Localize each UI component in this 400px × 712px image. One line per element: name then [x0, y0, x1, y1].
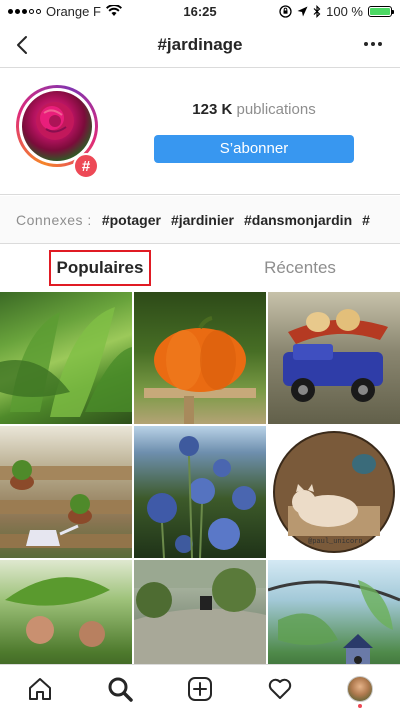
notification-dot — [358, 703, 362, 708]
tab-popular[interactable]: Populaires — [0, 245, 200, 291]
related-tag-potager[interactable]: #potager — [102, 212, 161, 228]
related-tag-dansmonjardin[interactable]: #dansmonjardin — [244, 212, 352, 228]
hashtag-profile: # 123 K publications S’abonner — [0, 69, 400, 195]
globe-thistle-image — [147, 436, 256, 558]
tab-profile[interactable] — [340, 669, 380, 709]
tab-recent-label: Récentes — [264, 258, 336, 277]
chard-leaves-image — [0, 307, 132, 417]
toy-truck-image — [283, 309, 388, 402]
wifi-icon — [105, 5, 122, 16]
tab-popular-label: Populaires — [48, 250, 152, 286]
tab-home[interactable] — [20, 669, 60, 709]
related-tag-next[interactable]: # — [362, 212, 370, 228]
clock: 16:25 — [183, 3, 217, 19]
pumpkin-image — [144, 316, 256, 424]
tab-search[interactable] — [100, 669, 140, 709]
related-tag-jardinier[interactable]: #jardinier — [171, 212, 234, 228]
related-hashtags-bar: Connexes : #potager #jardinier #dansmonj… — [0, 196, 400, 244]
bottom-tab-bar — [0, 664, 400, 712]
grid-photo-cat[interactable]: @paul_unicorn — [268, 426, 400, 558]
signal-strength-icon — [8, 8, 41, 14]
birdhouse-image — [268, 580, 400, 664]
carrier-label: Orange F — [46, 3, 101, 19]
status-bar-left: Orange F — [8, 4, 148, 19]
back-arrow-icon[interactable] — [12, 34, 34, 56]
bluetooth-icon — [313, 4, 321, 18]
battery-percent: 100 % — [326, 3, 363, 19]
page-title: #jardinage — [157, 34, 243, 54]
publication-count-number: 123 K — [192, 101, 233, 118]
hashtag-badge-icon: # — [73, 153, 99, 179]
feed-tabs: Populaires Récentes — [0, 245, 400, 291]
publication-count-label: publications — [236, 101, 316, 118]
grid-photo-globe-thistle[interactable] — [134, 426, 266, 558]
status-bar: Orange F 16:25 100 % — [0, 0, 400, 22]
tab-activity[interactable] — [260, 669, 300, 709]
rose-flower-icon — [36, 102, 74, 140]
grid-photo-birdhouse[interactable] — [268, 560, 400, 664]
home-icon — [29, 677, 51, 700]
pallet-garden-image — [0, 460, 132, 548]
battery-icon — [368, 5, 394, 17]
photo-grid: @paul_unicorn — [0, 292, 400, 664]
grid-photo-garden-yard[interactable] — [134, 560, 266, 664]
status-bar-right: 100 % — [252, 3, 394, 19]
grid-photo-couple-leaf[interactable] — [0, 560, 132, 664]
add-post-icon — [188, 676, 212, 701]
location-arrow-icon — [297, 6, 308, 16]
grid-photo-chard-leaves[interactable] — [0, 292, 132, 424]
tab-recent[interactable]: Récentes — [200, 245, 400, 291]
photo-caption: @paul_unicorn — [308, 538, 363, 546]
heart-icon — [268, 678, 292, 699]
subscribe-button[interactable]: S’abonner — [154, 135, 354, 163]
couple-leaf-image — [5, 577, 110, 647]
grid-photo-pumpkin[interactable] — [134, 292, 266, 424]
grid-photo-pallet-garden[interactable] — [0, 426, 132, 558]
battery-level — [370, 7, 390, 15]
profile-avatar — [347, 675, 373, 702]
search-icon — [108, 677, 133, 702]
nav-header: #jardinage — [0, 22, 400, 68]
more-options-icon[interactable] — [364, 42, 382, 46]
grid-photo-toy-truck[interactable] — [268, 292, 400, 424]
tab-new-post[interactable] — [180, 669, 220, 709]
garden-yard-image — [134, 560, 266, 664]
related-label: Connexes : — [16, 211, 92, 228]
hashtag-avatar-image — [22, 91, 92, 161]
rotation-lock-icon — [279, 4, 292, 18]
publication-count: 123 K publications — [154, 101, 354, 118]
